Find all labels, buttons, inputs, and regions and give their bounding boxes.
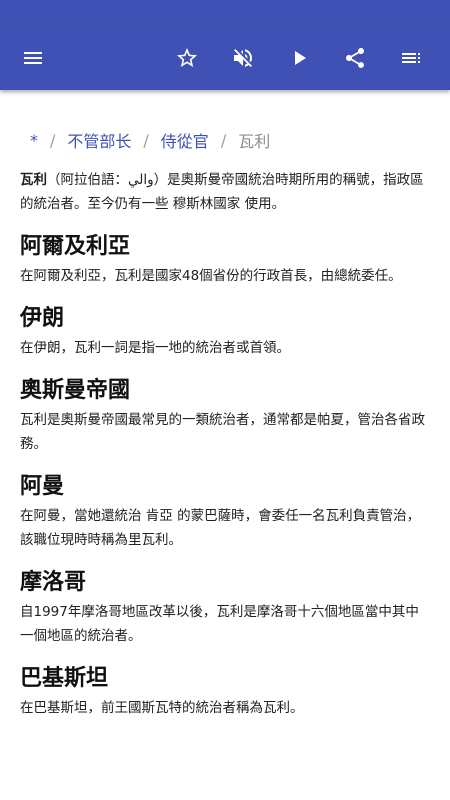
section-title: 摩洛哥: [20, 570, 87, 595]
breadcrumb-current: 瓦利: [238, 132, 271, 151]
section-oman: 阿曼 在阿曼，當她還統治 肯亞 的蒙巴薩時，會委任一名瓦利負責管治，該職位現時時…: [20, 472, 430, 552]
toc-icon[interactable]: [383, 34, 439, 82]
app-toolbar: [0, 25, 450, 90]
volume-off-icon[interactable]: [215, 34, 271, 82]
section-body: 在阿曼，當她還統治 肯亞 的蒙巴薩時，會委任一名瓦利負責管治，該職位現時時稱為里…: [20, 508, 421, 548]
section-ottoman-empire: 奧斯曼帝國 瓦利是奧斯曼帝國最常見的一類統治者，通常都是帕夏，管治各省政務。: [20, 376, 430, 456]
section-body: 自1997年摩洛哥地區改革以後，瓦利是摩洛哥十六個地區當中其中一個地區的統治者。: [20, 604, 419, 644]
breadcrumb-item-chamberlain[interactable]: 侍從官: [161, 128, 209, 152]
breadcrumb-separator: /: [220, 130, 227, 150]
play-icon[interactable]: [271, 34, 327, 82]
intro-paragraph: 瓦利（阿拉伯語：والي）是奧斯曼帝國統治時期所用的稱號，指政區的統治者。至今仍…: [20, 168, 430, 216]
section-pakistan: 巴基斯坦 在巴基斯坦，前王國斯瓦特的統治者稱為瓦利。: [20, 664, 430, 720]
section-title: 阿曼: [20, 474, 65, 499]
section-body: 瓦利是奧斯曼帝國最常見的一類統治者，通常都是帕夏，管治各省政務。: [20, 412, 425, 452]
breadcrumb-item-root[interactable]: *: [30, 131, 38, 150]
breadcrumb: * / 不管部长 / 侍從官 / 瓦利: [20, 128, 430, 152]
breadcrumb-separator: /: [50, 130, 56, 150]
section-body: 在巴基斯坦，前王國斯瓦特的統治者稱為瓦利。: [20, 700, 304, 716]
star-icon[interactable]: [159, 34, 215, 82]
breadcrumb-separator: /: [143, 130, 149, 150]
intro-text: （阿拉伯語：والي）是奧斯曼帝國統治時期所用的稱號，指政區的統治者。至今仍有一…: [20, 172, 424, 212]
intro-term: 瓦利: [20, 172, 47, 188]
section-iran: 伊朗 在伊朗，瓦利一詞是指一地的統治者或首領。: [20, 304, 430, 360]
section-algeria: 阿爾及利亞 在阿爾及利亞，瓦利是國家48個省份的行政首長，由總統委任。: [20, 232, 430, 288]
menu-icon[interactable]: [9, 34, 57, 82]
breadcrumb-item-minister[interactable]: 不管部长: [67, 128, 131, 152]
section-title: 奧斯曼帝國: [20, 378, 131, 403]
section-title: 巴基斯坦: [20, 666, 109, 691]
share-icon[interactable]: [327, 34, 383, 82]
status-bar: [0, 0, 450, 25]
section-morocco: 摩洛哥 自1997年摩洛哥地區改革以後，瓦利是摩洛哥十六個地區當中其中一個地區的…: [20, 568, 430, 648]
section-body: 在阿爾及利亞，瓦利是國家48個省份的行政首長，由總統委任。: [20, 268, 402, 284]
article-content: * / 不管部长 / 侍從官 / 瓦利 瓦利（阿拉伯語：والي）是奧斯曼帝國統…: [0, 128, 450, 720]
section-title: 伊朗: [20, 306, 65, 331]
section-title: 阿爾及利亞: [20, 234, 131, 259]
section-body: 在伊朗，瓦利一詞是指一地的統治者或首領。: [20, 340, 290, 356]
